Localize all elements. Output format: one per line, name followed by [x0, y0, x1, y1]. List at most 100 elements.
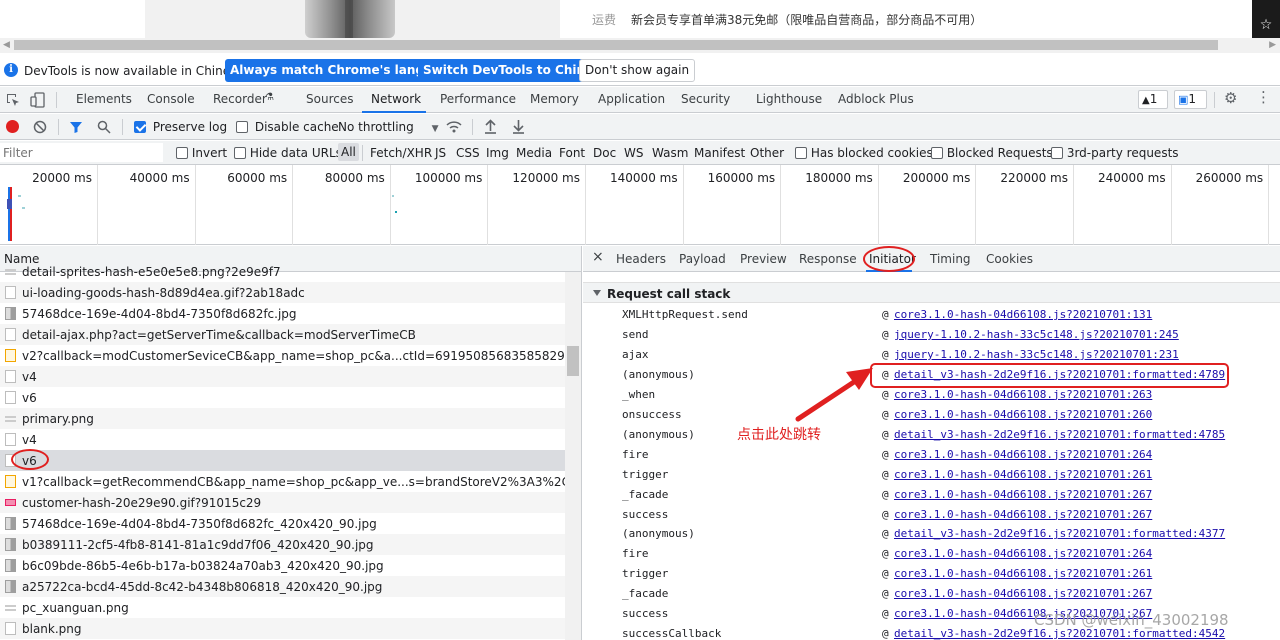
- separator: [472, 119, 473, 135]
- hide-data-urls-toggle[interactable]: Hide data URLs: [234, 146, 342, 160]
- separator: [56, 92, 57, 108]
- separator: [122, 119, 123, 135]
- tab-lighthouse[interactable]: Lighthouse: [756, 92, 822, 106]
- invert-checkbox[interactable]: [176, 147, 188, 159]
- tab-elements[interactable]: Elements: [76, 92, 132, 106]
- requests-scrollbar[interactable]: [565, 272, 581, 640]
- request-row[interactable]: 57468dce-169e-4d04-8bd4-7350f8d682fc_420…: [0, 513, 565, 534]
- active-tab-indicator: [362, 111, 426, 113]
- preserve-log-checkbox[interactable]: [134, 121, 146, 133]
- tab-memory[interactable]: Memory: [530, 92, 579, 106]
- filter-input[interactable]: [0, 143, 163, 162]
- request-row[interactable]: b6c09bde-86b5-4e6b-b17a-b03824a70ab3_420…: [0, 555, 565, 576]
- record-icon[interactable]: [6, 120, 19, 133]
- scroll-left-icon[interactable]: ◀: [3, 40, 10, 50]
- clear-icon[interactable]: [33, 120, 47, 134]
- request-row[interactable]: detail-ajax.php?act=getServerTime&callba…: [0, 324, 565, 345]
- preserve-log-toggle[interactable]: Preserve log: [134, 120, 227, 134]
- filter-type-manifest[interactable]: Manifest: [694, 146, 745, 160]
- filter-type-wasm[interactable]: Wasm: [652, 146, 688, 160]
- tab-performance[interactable]: Performance: [440, 92, 516, 106]
- filter-type-css[interactable]: CSS: [456, 146, 480, 160]
- filter-bar: Invert Hide data URLs All Fetch/XHR JS C…: [0, 141, 1280, 165]
- filter-type-js[interactable]: JS: [435, 146, 446, 160]
- request-row[interactable]: v2?callback=modCustomerSeviceCB&app_name…: [0, 345, 565, 366]
- gif-file-icon: [5, 499, 16, 506]
- request-row[interactable]: v6: [0, 387, 565, 408]
- disable-cache-checkbox[interactable]: [236, 121, 248, 133]
- filter-type-font[interactable]: Font: [559, 146, 585, 160]
- request-row[interactable]: v1?callback=getRecommendCB&app_name=shop…: [0, 471, 565, 492]
- tab-network[interactable]: Network: [371, 92, 421, 106]
- img-file-icon: [5, 307, 16, 320]
- request-row[interactable]: 57468dce-169e-4d04-8bd4-7350f8d682fc.jpg: [0, 303, 565, 324]
- request-name: customer-hash-20e29e90.gif?91015c29: [22, 496, 262, 510]
- request-row[interactable]: primary.png: [0, 408, 565, 429]
- request-row[interactable]: customer-hash-20e29e90.gif?91015c29: [0, 492, 565, 513]
- messages-badge[interactable]: ▣1: [1174, 90, 1207, 109]
- hide-data-urls-checkbox[interactable]: [234, 147, 246, 159]
- warnings-badge[interactable]: ▲1: [1138, 90, 1168, 109]
- img-file-icon: [5, 559, 16, 572]
- network-conditions-icon[interactable]: [446, 120, 462, 134]
- timeline-tick-label: 200000 ms: [902, 171, 971, 185]
- third-party-checkbox[interactable]: [1051, 147, 1063, 159]
- preserve-log-label: Preserve log: [152, 120, 228, 134]
- request-row[interactable]: ui-loading-goods-hash-8d89d4ea.gif?2ab18…: [0, 282, 565, 303]
- request-row[interactable]: detail-sprites-hash-e5e0e5e8.png?2e9e9f7: [0, 261, 565, 282]
- invert-toggle[interactable]: Invert: [176, 146, 227, 160]
- hide-data-urls-label: Hide data URLs: [249, 146, 342, 160]
- tab-recorder[interactable]: Recorder: [213, 92, 267, 106]
- tab-console[interactable]: Console: [147, 92, 195, 106]
- tab-adblock-plus[interactable]: Adblock Plus: [838, 92, 914, 106]
- timeline-tick-label: 40000 ms: [129, 171, 190, 185]
- tab-security[interactable]: Security: [681, 92, 730, 106]
- disable-cache-toggle[interactable]: Disable cache: [236, 120, 339, 134]
- request-name: 57468dce-169e-4d04-8bd4-7350f8d682fc.jpg: [22, 307, 297, 321]
- request-row[interactable]: b0389111-2cf5-4fb8-8141-81a1c9dd7f06_420…: [0, 534, 565, 555]
- request-row[interactable]: v6: [0, 450, 565, 471]
- more-options-icon[interactable]: ⋮: [1256, 88, 1271, 106]
- export-har-icon[interactable]: [512, 119, 525, 134]
- filter-type-img[interactable]: Img: [486, 146, 509, 160]
- star-icon[interactable]: ☆: [1252, 0, 1280, 38]
- blocked-cookies-toggle[interactable]: Has blocked cookies: [795, 146, 933, 160]
- blocked-requests-checkbox[interactable]: [931, 147, 943, 159]
- filter-type-all[interactable]: All: [338, 143, 359, 161]
- filter-type-doc[interactable]: Doc: [593, 146, 616, 160]
- blocked-cookies-checkbox[interactable]: [795, 147, 807, 159]
- inspect-element-icon[interactable]: [5, 92, 21, 108]
- device-toolbar-icon[interactable]: [30, 92, 46, 108]
- throttling-value: No throttling: [338, 120, 414, 134]
- filter-type-media[interactable]: Media: [516, 146, 552, 160]
- scrollbar-thumb[interactable]: [567, 346, 579, 376]
- third-party-toggle[interactable]: 3rd-party requests: [1051, 146, 1179, 160]
- timeline-gridline: [975, 165, 977, 245]
- request-row[interactable]: blank.png: [0, 618, 565, 639]
- settings-gear-icon[interactable]: ⚙: [1224, 89, 1237, 107]
- dont-show-again-button[interactable]: Don't show again: [579, 59, 696, 82]
- filter-type-fetch-xhr[interactable]: Fetch/XHR: [370, 146, 432, 160]
- import-har-icon[interactable]: [484, 119, 497, 134]
- blocked-requests-toggle[interactable]: Blocked Requests: [931, 146, 1053, 160]
- request-row[interactable]: pc_xuanguan.png: [0, 597, 565, 618]
- timeline-gridline: [1170, 165, 1172, 245]
- tab-application[interactable]: Application: [598, 92, 665, 106]
- filter-type-other[interactable]: Other: [750, 146, 784, 160]
- devtools-tab-bar: Elements Console Recorder ⚗ Sources Netw…: [0, 87, 1280, 113]
- timeline-overview[interactable]: 20000 ms 40000 ms 60000 ms 80000 ms 100000 m…: [0, 165, 1280, 245]
- separator: [1214, 92, 1215, 108]
- request-row[interactable]: a25722ca-bcd4-45dd-8c42-b4348b806818_420…: [0, 576, 565, 597]
- filter-type-ws[interactable]: WS: [624, 146, 643, 160]
- filter-icon[interactable]: [69, 120, 83, 134]
- throttling-select[interactable]: No throttling ▼: [338, 120, 439, 134]
- search-icon[interactable]: [97, 120, 111, 134]
- request-row[interactable]: v4: [0, 429, 565, 450]
- page-horizontal-scrollbar[interactable]: ◀ ▶: [0, 38, 1280, 53]
- scroll-right-icon[interactable]: ▶: [1269, 40, 1276, 50]
- tab-sources[interactable]: Sources: [306, 92, 353, 106]
- requests-panel: Name detail-sprites-hash-e5e0e5e8.png?2e…: [0, 246, 582, 640]
- scrollbar-thumb[interactable]: [14, 40, 1218, 50]
- annotation-arrow: [795, 368, 873, 422]
- request-row[interactable]: v4: [0, 366, 565, 387]
